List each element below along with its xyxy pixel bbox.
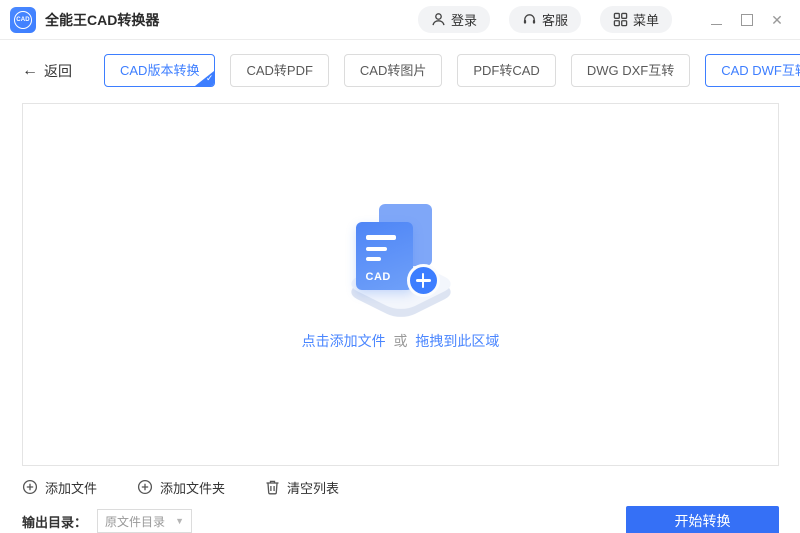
add-folder-button[interactable]: 添加文件夹	[137, 478, 225, 497]
titlebar-actions: 登录 客服 菜单 ✕	[399, 6, 784, 33]
menu-button[interactable]: 菜单	[599, 6, 672, 33]
list-toolbar: 添加文件 添加文件夹 清空列表	[22, 476, 778, 498]
clear-list-button[interactable]: 清空列表	[265, 478, 339, 497]
drag-area-text: 拖拽到此区域	[415, 333, 500, 349]
start-convert-button[interactable]: 开始转换	[626, 506, 779, 533]
grid-menu-icon	[613, 12, 628, 27]
output-dir-value: 原文件目录	[105, 514, 166, 529]
login-label: 登录	[450, 13, 477, 28]
tab-pdf-to-cad[interactable]: PDF转CAD	[457, 54, 556, 87]
login-button[interactable]: 登录	[417, 6, 490, 33]
click-add-file-link[interactable]: 点击添加文件	[302, 333, 386, 349]
headset-icon	[522, 12, 537, 27]
output-dir-label: 输出目录：	[22, 514, 88, 530]
support-label: 客服	[541, 13, 568, 28]
add-file-button[interactable]: 添加文件	[22, 478, 97, 497]
tabs: CAD版本转换 CAD转PDF CAD转图片 PDF转CAD DWG DXF互转…	[104, 54, 800, 87]
front-document-icon: CAD	[355, 222, 413, 290]
file-drop-zone[interactable]: CAD 点击添加文件 或 拖拽到此区域	[22, 103, 779, 466]
circle-plus-icon	[137, 479, 153, 495]
tab-cad-version-convert[interactable]: CAD版本转换	[104, 54, 216, 87]
tab-cad-to-image[interactable]: CAD转图片	[343, 54, 443, 87]
add-folder-label: 添加文件夹	[160, 480, 226, 496]
app-logo-cad-text: CAD	[14, 10, 32, 29]
minimize-icon[interactable]	[710, 13, 724, 27]
close-icon[interactable]: ✕	[770, 13, 784, 27]
chevron-down-icon: ▼	[175, 516, 185, 526]
tab-row: ← 返回 CAD版本转换 CAD转PDF CAD转图片 PDF转CAD DWG …	[22, 54, 800, 87]
app-title: 全能王CAD转换器	[45, 11, 160, 28]
cad-file-add-illustration: CAD	[331, 204, 471, 321]
tab-dwg-dxf-convert[interactable]: DWG DXF互转	[570, 54, 691, 87]
drop-hint-text: 点击添加文件 或 拖拽到此区域	[302, 331, 500, 351]
add-plus-icon	[406, 264, 440, 297]
menu-label: 菜单	[632, 13, 659, 28]
footer-bar: 输出目录： 原文件目录 ▼ 开始转换	[22, 506, 779, 533]
window-controls: ✕	[694, 13, 784, 27]
tab-cad-to-pdf[interactable]: CAD转PDF	[230, 54, 329, 87]
app-logo-icon: CAD	[10, 6, 36, 33]
maximize-icon[interactable]	[740, 13, 754, 27]
output-dir-select[interactable]: 原文件目录 ▼	[97, 509, 193, 533]
tab-cad-dwf-convert[interactable]: CAD DWF互转	[705, 54, 800, 87]
back-label: 返回	[44, 62, 72, 79]
check-icon	[195, 71, 215, 86]
add-file-label: 添加文件	[45, 480, 98, 496]
back-arrow-icon: ←	[22, 61, 38, 79]
doc-cad-label: CAD	[365, 271, 391, 283]
back-button[interactable]: ← 返回	[22, 61, 72, 81]
user-icon	[431, 12, 446, 27]
titlebar: CAD 全能王CAD转换器 登录 客服 菜单 ✕	[0, 0, 800, 40]
or-text: 或	[393, 333, 408, 349]
support-button[interactable]: 客服	[508, 6, 581, 33]
clear-list-label: 清空列表	[287, 480, 340, 496]
trash-icon	[265, 479, 280, 495]
circle-plus-icon	[22, 479, 38, 495]
